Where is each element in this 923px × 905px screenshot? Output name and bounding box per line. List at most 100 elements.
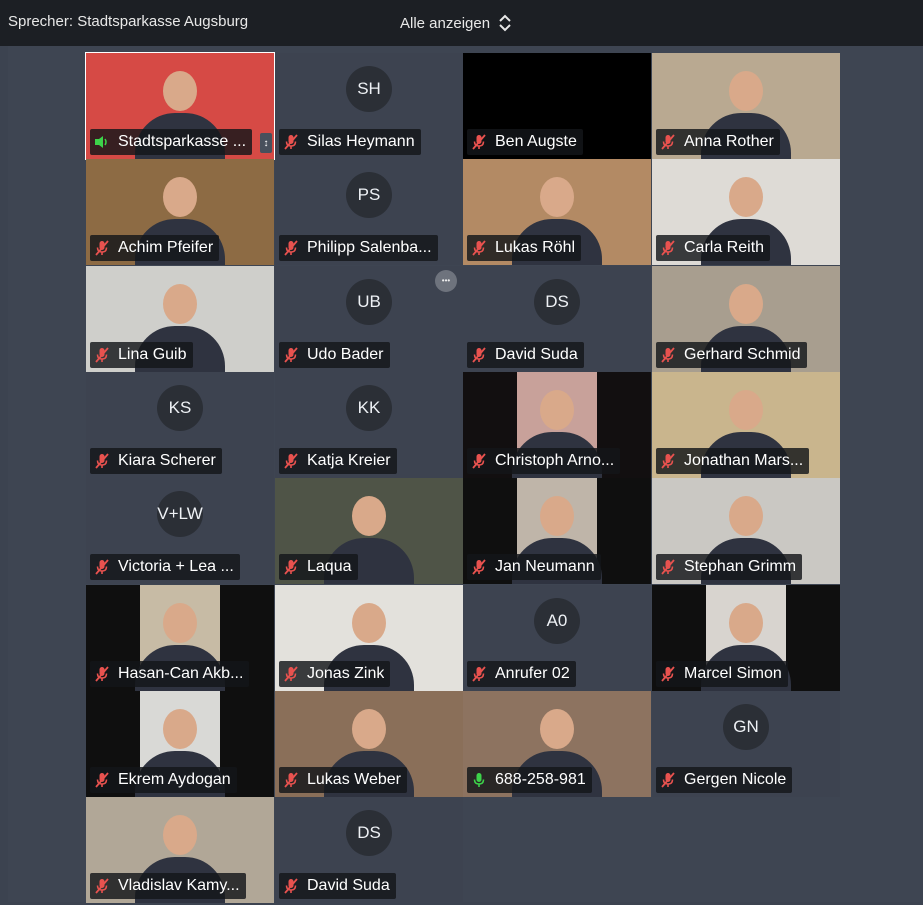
muted-microphone-icon: [471, 666, 487, 682]
participant-nameplate: Hasan-Can Akb...: [90, 661, 250, 687]
muted-microphone-icon: [660, 559, 676, 575]
participant-tile[interactable]: Hasan-Can Akb...: [86, 585, 274, 691]
muted-microphone-icon: [283, 559, 299, 575]
participant-initials-avatar: GN: [723, 704, 769, 750]
participant-nameplate: Gerhard Schmid: [656, 342, 807, 368]
participant-tile[interactable]: A0 Anrufer 02: [463, 585, 651, 691]
participant-name: Gergen Nicole: [684, 771, 787, 788]
participant-initials-avatar: A0: [534, 598, 580, 644]
participant-name: Lukas Röhl: [495, 239, 576, 256]
person-head-shape: [729, 177, 763, 217]
participant-tile[interactable]: UB ••• Udo Bader: [275, 266, 463, 372]
muted-microphone-icon: [660, 134, 676, 150]
muted-microphone-icon: [283, 878, 299, 894]
participant-initials-avatar: UB: [346, 279, 392, 325]
participant-tile[interactable]: DS David Suda: [463, 266, 651, 372]
participant-initials-avatar: KK: [346, 385, 392, 431]
speaking-audio-icon: [94, 134, 110, 150]
participant-tile[interactable]: Lina Guib: [86, 266, 274, 372]
active-speaker-label: Sprecher: Stadtsparkasse Augsburg: [8, 13, 249, 30]
person-head-shape: [352, 709, 386, 749]
participant-tile[interactable]: Achim Pfeifer: [86, 159, 274, 265]
muted-microphone-icon: [94, 240, 110, 256]
view-all-dropdown[interactable]: Alle anzeigen: [400, 13, 512, 33]
participant-name: Gerhard Schmid: [684, 346, 801, 363]
participant-tile[interactable]: Lukas Röhl: [463, 159, 651, 265]
participant-nameplate: Stadtsparkasse ...: [90, 129, 253, 155]
tile-menu-icon[interactable]: ↕: [260, 133, 272, 153]
participant-tile[interactable]: Stadtsparkasse ... ↕: [85, 52, 275, 160]
participant-nameplate: Ben Augste: [467, 129, 583, 155]
participant-name: Victoria + Lea ...: [118, 558, 234, 575]
person-head-shape: [540, 709, 574, 749]
participant-tile[interactable]: Stephan Grimm: [652, 478, 840, 584]
muted-microphone-icon: [471, 134, 487, 150]
participant-tile[interactable]: PS Philipp Salenba...: [275, 159, 463, 265]
muted-microphone-icon: [471, 347, 487, 363]
participant-tile[interactable]: V+LW Victoria + Lea ...: [86, 478, 274, 584]
participant-tile[interactable]: Christoph Arno...: [463, 372, 651, 478]
chevron-up-down-icon: [498, 13, 512, 33]
participant-tile[interactable]: Carla Reith: [652, 159, 840, 265]
participant-initials-avatar: KS: [157, 385, 203, 431]
participant-name: Ekrem Aydogan: [118, 771, 231, 788]
participant-tile[interactable]: Jonathan Mars...: [652, 372, 840, 478]
muted-microphone-icon: [660, 240, 676, 256]
muted-microphone-icon: [283, 772, 299, 788]
muted-microphone-icon: [660, 666, 676, 682]
participant-tile[interactable]: KK Katja Kreier: [275, 372, 463, 478]
participant-name: Lina Guib: [118, 346, 187, 363]
participant-tile[interactable]: Marcel Simon: [652, 585, 840, 691]
participant-tile[interactable]: Laqua: [275, 478, 463, 584]
participant-tile[interactable]: SH Silas Heymann: [275, 53, 463, 159]
participant-name: Vladislav Kamy...: [118, 877, 240, 894]
muted-microphone-icon: [283, 453, 299, 469]
more-options-icon[interactable]: •••: [435, 270, 457, 292]
participant-tile[interactable]: DS David Suda: [275, 797, 463, 903]
person-head-shape: [163, 815, 197, 855]
participant-name: Kiara Scherer: [118, 452, 216, 469]
participant-initials-avatar: DS: [346, 810, 392, 856]
person-head-shape: [163, 177, 197, 217]
muted-microphone-icon: [283, 666, 299, 682]
participant-initials-avatar: PS: [346, 172, 392, 218]
participant-tile[interactable]: Ben Augste: [463, 53, 651, 159]
person-head-shape: [352, 496, 386, 536]
participant-name: David Suda: [495, 346, 578, 363]
participant-tile[interactable]: Gerhard Schmid: [652, 266, 840, 372]
person-head-shape: [163, 709, 197, 749]
participant-nameplate: Jan Neumann: [467, 554, 601, 580]
participant-tile[interactable]: Anna Rother: [652, 53, 840, 159]
participant-nameplate: Lukas Weber: [279, 767, 407, 793]
participant-tile[interactable]: Jonas Zink: [275, 585, 463, 691]
participant-nameplate: Anna Rother: [656, 129, 780, 155]
muted-microphone-icon: [283, 347, 299, 363]
meeting-top-bar: Sprecher: Stadtsparkasse Augsburg Alle a…: [0, 0, 923, 46]
participant-nameplate: Gergen Nicole: [656, 767, 793, 793]
participant-name: Ben Augste: [495, 133, 577, 150]
participant-name: Silas Heymann: [307, 133, 415, 150]
participant-name: Udo Bader: [307, 346, 384, 363]
person-head-shape: [729, 390, 763, 430]
participant-nameplate: David Suda: [467, 342, 584, 368]
person-head-shape: [729, 71, 763, 111]
participant-name: Anrufer 02: [495, 665, 570, 682]
participant-name: Lukas Weber: [307, 771, 401, 788]
participant-tile[interactable]: KS Kiara Scherer: [86, 372, 274, 478]
participant-name: Laqua: [307, 558, 352, 575]
participant-nameplate: Udo Bader: [279, 342, 390, 368]
participant-name: Philipp Salenba...: [307, 239, 432, 256]
participant-tile[interactable]: Jan Neumann: [463, 478, 651, 584]
person-head-shape: [729, 603, 763, 643]
participant-tile[interactable]: GN Gergen Nicole: [652, 691, 840, 797]
participant-name: Carla Reith: [684, 239, 765, 256]
participant-name: Marcel Simon: [684, 665, 782, 682]
muted-microphone-icon: [660, 347, 676, 363]
participant-nameplate: 688-258-981: [467, 767, 592, 793]
participant-nameplate: Achim Pfeifer: [90, 235, 220, 261]
participant-tile[interactable]: Lukas Weber: [275, 691, 463, 797]
muted-microphone-icon: [94, 772, 110, 788]
participant-tile[interactable]: Vladislav Kamy...: [86, 797, 274, 903]
participant-tile[interactable]: 688-258-981: [463, 691, 651, 797]
participant-tile[interactable]: Ekrem Aydogan: [86, 691, 274, 797]
